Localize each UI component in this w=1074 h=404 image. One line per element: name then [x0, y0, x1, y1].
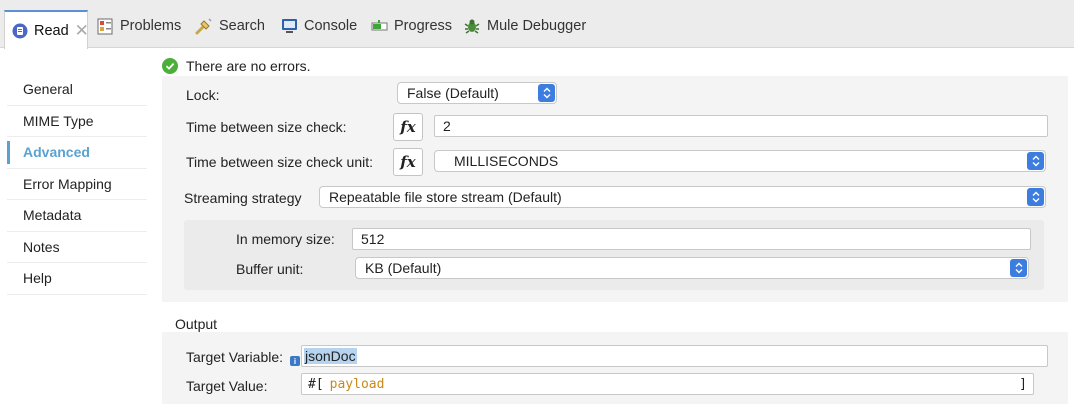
expression-open-marker: #[ [308, 376, 324, 392]
tab-problems-label: Problems [120, 18, 182, 34]
buffer-unit-label: Buffer unit: [236, 261, 304, 277]
target-value-label: Target Value: [186, 378, 268, 394]
info-icon[interactable]: i [290, 356, 300, 366]
tab-search[interactable]: Search [195, 11, 265, 41]
fx-expression-button-unit[interactable]: fx [393, 148, 423, 176]
size-check-label: Time between size check: [186, 119, 347, 135]
lock-select-value: False (Default) [407, 85, 499, 101]
close-tab-icon[interactable]: ✕ [75, 22, 89, 39]
target-variable-value: jsonDoc [304, 348, 357, 364]
target-variable-label: Target Variable: [186, 349, 284, 365]
target-value-expression-input[interactable]: #[ payload ] [301, 373, 1034, 395]
memory-size-label: In memory size: [236, 231, 335, 247]
size-check-unit-label: Time between size check unit: [186, 154, 374, 170]
tab-read-label: Read [34, 22, 69, 39]
fx-expression-button[interactable]: fx [393, 113, 423, 141]
bug-icon [463, 17, 481, 35]
tab-progress-label: Progress [394, 18, 453, 34]
updown-arrow-icon [1027, 152, 1044, 170]
lock-label: Lock: [186, 87, 220, 103]
console-icon [280, 17, 298, 35]
output-section-title: Output [175, 316, 218, 332]
sidebar-item-metadata[interactable]: Metadata [7, 200, 147, 232]
buffer-unit-select[interactable]: KB (Default) [355, 257, 1029, 279]
sidebar-item-general[interactable]: General [7, 74, 147, 106]
target-variable-input[interactable]: jsonDoc [301, 345, 1048, 367]
section-nav: General MIME Type Advanced Error Mapping… [7, 74, 147, 295]
tab-progress[interactable]: Progress [370, 11, 452, 41]
expression-close-marker: ] [1019, 376, 1027, 392]
tab-console[interactable]: Console [280, 11, 357, 41]
tab-mule-debugger[interactable]: Mule Debugger [463, 11, 586, 41]
updown-arrow-icon [538, 84, 555, 102]
expression-keyword: payload [329, 376, 385, 392]
streaming-strategy-select[interactable]: Repeatable file store stream (Default) [319, 186, 1046, 208]
size-check-unit-select[interactable]: MILLISECONDS [434, 150, 1046, 172]
streaming-strategy-value: Repeatable file store stream (Default) [329, 189, 562, 205]
read-file-icon [12, 22, 28, 40]
check-circle-icon [162, 58, 178, 74]
updown-arrow-icon [1027, 188, 1044, 206]
tab-search-label: Search [219, 18, 265, 34]
search-flashlight-icon [195, 17, 213, 35]
validation-status: There are no errors. [162, 56, 311, 76]
updown-arrow-icon [1010, 259, 1027, 277]
status-message: There are no errors. [186, 58, 311, 74]
size-check-input[interactable] [434, 115, 1048, 137]
sidebar-item-notes[interactable]: Notes [7, 232, 147, 263]
progress-icon [370, 17, 388, 35]
tab-console-label: Console [304, 18, 358, 34]
tab-read[interactable]: Read ✕ [4, 10, 89, 49]
tab-mule-debugger-label: Mule Debugger [487, 18, 587, 34]
lock-select[interactable]: False (Default) [397, 82, 557, 104]
problems-icon [96, 17, 114, 35]
tab-problems[interactable]: Problems [96, 11, 181, 41]
memory-size-input[interactable] [352, 228, 1031, 250]
sidebar-item-help[interactable]: Help [7, 263, 147, 295]
sidebar-item-error-mapping[interactable]: Error Mapping [7, 169, 147, 200]
streaming-strategy-label: Streaming strategy [184, 190, 302, 206]
buffer-unit-value: KB (Default) [365, 260, 442, 276]
sidebar-item-advanced[interactable]: Advanced [7, 137, 147, 169]
sidebar-item-mime-type[interactable]: MIME Type [7, 106, 147, 137]
view-tab-bar: Read ✕ Problems Search Console Progress … [0, 0, 1074, 49]
size-check-unit-value: MILLISECONDS [454, 153, 559, 169]
